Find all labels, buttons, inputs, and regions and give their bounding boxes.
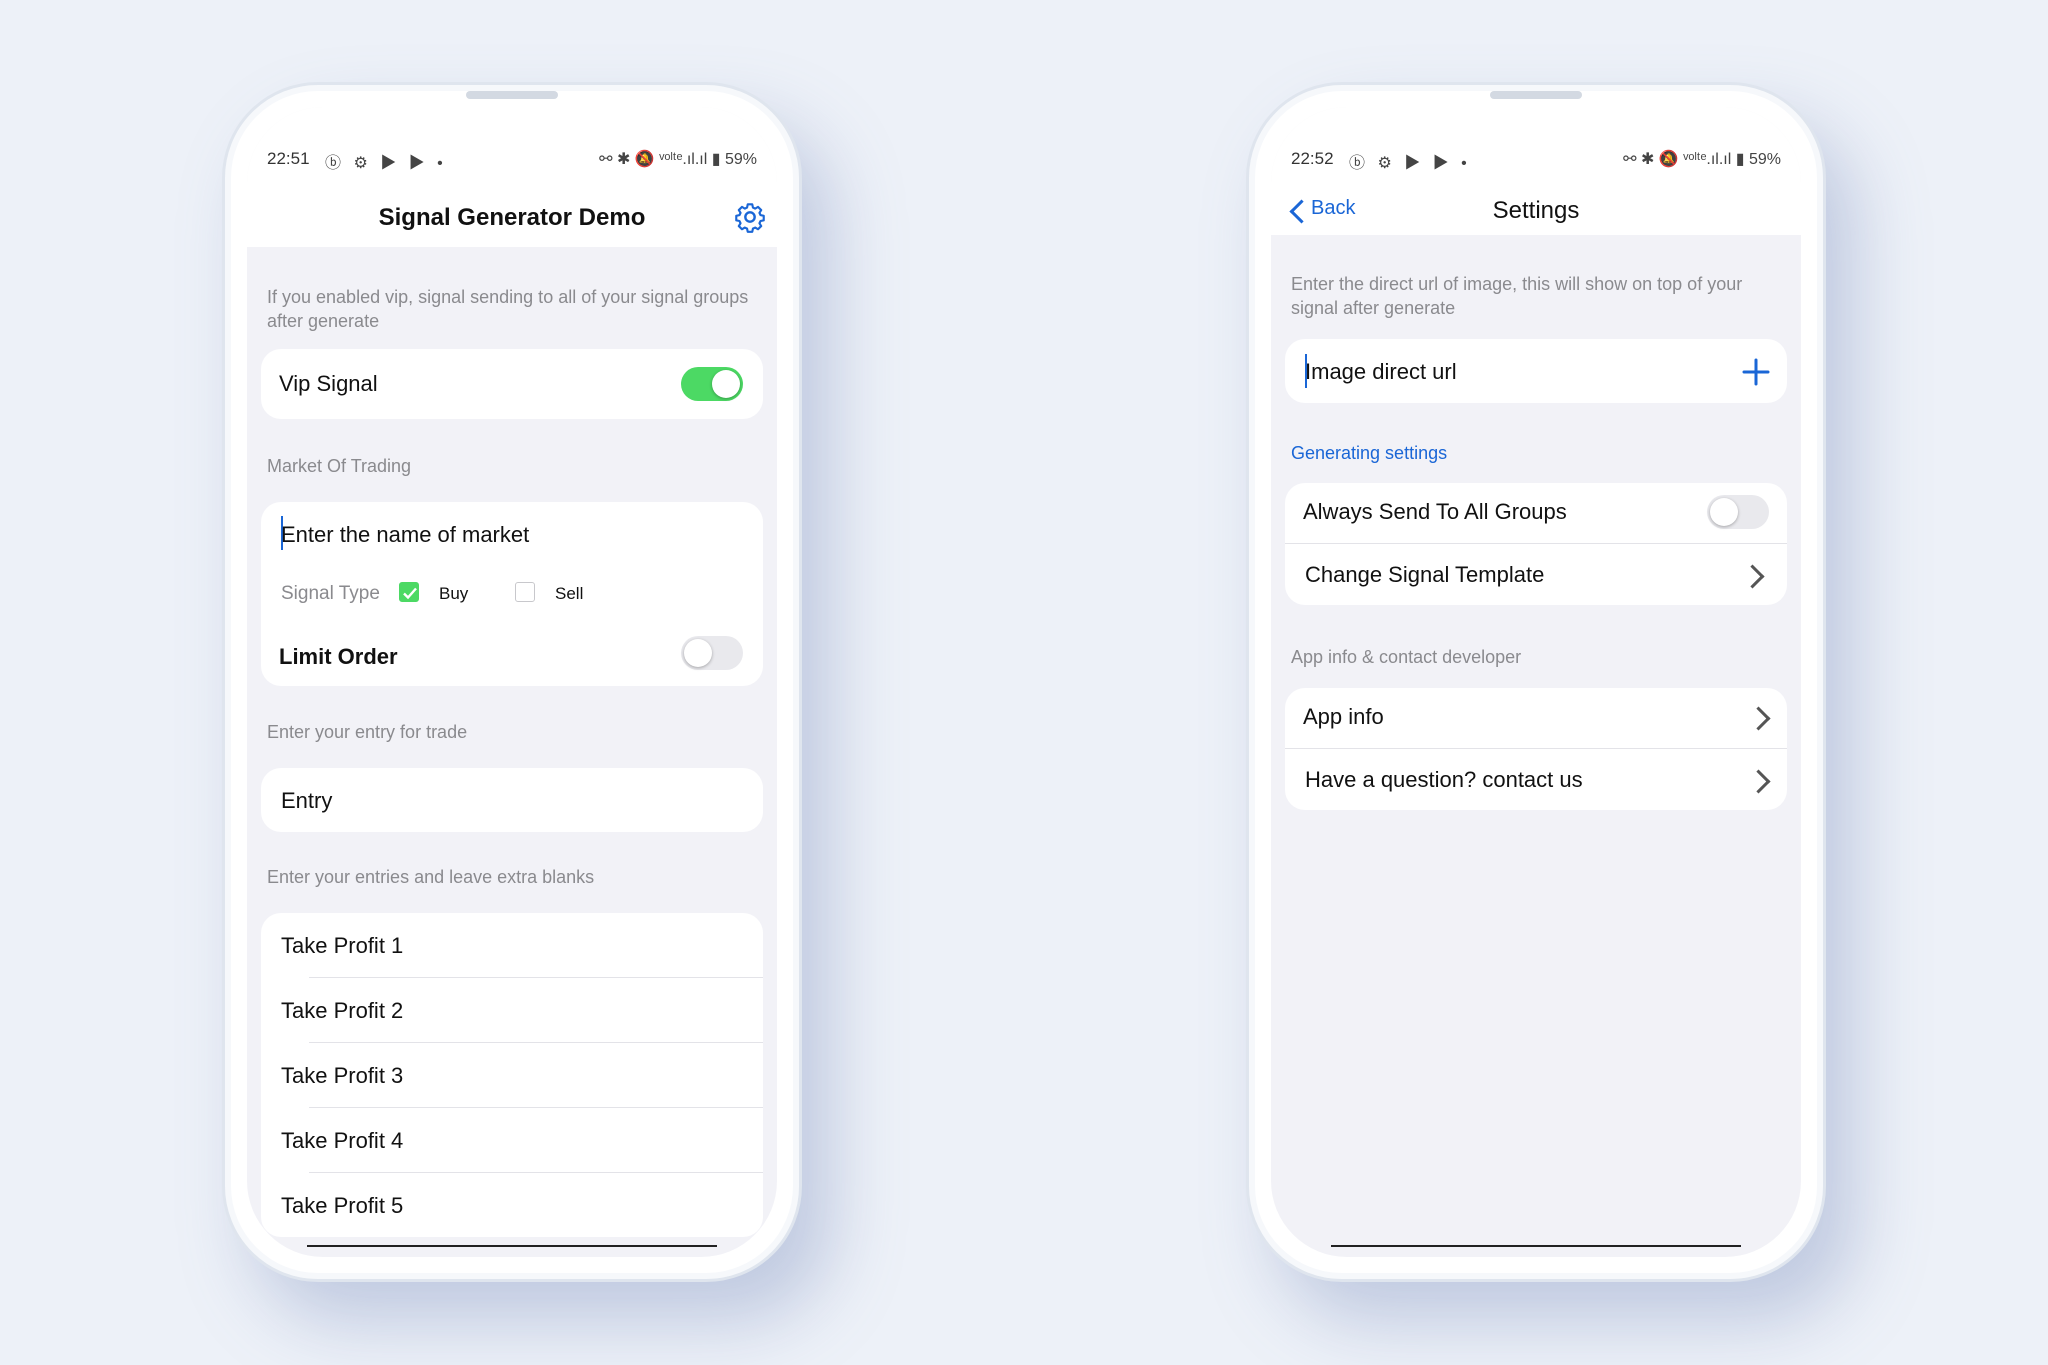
app-info-card: App info Have a question? contact us: [1285, 688, 1787, 810]
vip-signal-toggle[interactable]: [681, 367, 743, 401]
status-time: 22:51: [267, 149, 310, 168]
signal-type-label: Signal Type: [281, 583, 380, 604]
entry-input[interactable]: Entry: [281, 788, 332, 814]
status-bar: 22:52 ⓑ ⚙ ▶ ▶ • ⚯ ✱ 🔕 ᵛᵒˡᵗᵉ.ıl.ıl ▮ 59%: [1271, 147, 1801, 173]
market-name-input[interactable]: Enter the name of market: [281, 522, 529, 548]
generating-settings-label: Generating settings: [1291, 443, 1448, 463]
take-profit-row[interactable]: Take Profit 5: [261, 1173, 763, 1237]
take-profit-1-input[interactable]: Take Profit 1: [281, 933, 403, 959]
left-screen: 22:51 ⓑ ⚙ ▶ ▶ • ⚯ ✱ 🔕 ᵛᵒˡᵗᵉ.ıl.ıl ▮ 59% …: [247, 107, 777, 1257]
take-profit-hint-text: Enter your entries and leave extra blank…: [267, 867, 595, 887]
right-screen: 22:52 ⓑ ⚙ ▶ ▶ • ⚯ ✱ 🔕 ᵛᵒˡᵗᵉ.ıl.ıl ▮ 59% …: [1271, 107, 1801, 1257]
vip-signal-label: Vip Signal: [279, 371, 378, 396]
buy-checkbox[interactable]: [399, 582, 419, 602]
take-profit-row[interactable]: Take Profit 2: [261, 978, 763, 1042]
take-profit-row[interactable]: Take Profit 1: [261, 913, 763, 977]
image-url-input[interactable]: Image direct url: [1305, 359, 1457, 385]
take-profit-2-input[interactable]: Take Profit 2: [281, 998, 403, 1024]
market-card: Enter the name of market Signal Type Buy…: [261, 502, 763, 686]
status-notification-icons: ⓑ ⚙ ▶ ▶ •: [1349, 155, 1471, 172]
vip-hint-text: If you enabled vip, signal sending to al…: [267, 287, 749, 331]
page-title: Settings: [1492, 197, 1580, 224]
change-template-label: Change Signal Template: [1305, 562, 1545, 587]
take-profit-3-input[interactable]: Take Profit 3: [281, 1063, 403, 1089]
app-info-section-label: App info & contact developer: [1291, 647, 1522, 667]
take-profit-row[interactable]: Take Profit 4: [261, 1108, 763, 1172]
status-time: 22:52: [1291, 149, 1334, 168]
buy-label: Buy: [439, 584, 469, 603]
take-profit-row[interactable]: Take Profit 3: [261, 1043, 763, 1107]
status-system-icons: ⚯ ✱ 🔕 ᵛᵒˡᵗᵉ.ıl.ıl ▮ 59%: [599, 151, 757, 168]
contact-label: Have a question? contact us: [1305, 767, 1583, 792]
speaker-grille: [1490, 91, 1582, 99]
plus-icon[interactable]: [1741, 357, 1771, 387]
limit-order-toggle[interactable]: [681, 636, 743, 670]
right-phone-frame: 22:52 ⓑ ⚙ ▶ ▶ • ⚯ ✱ 🔕 ᵛᵒˡᵗᵉ.ıl.ıl ▮ 59% …: [1246, 82, 1826, 1282]
chevron-right-icon: [1746, 706, 1771, 731]
status-bar: 22:51 ⓑ ⚙ ▶ ▶ • ⚯ ✱ 🔕 ᵛᵒˡᵗᵉ.ıl.ıl ▮ 59%: [247, 147, 777, 173]
app-info-row[interactable]: App info: [1285, 688, 1787, 748]
always-send-label: Always Send To All Groups: [1303, 499, 1567, 524]
generating-settings-card: Always Send To All Groups Change Signal …: [1285, 483, 1787, 605]
home-indicator: [1331, 1245, 1741, 1247]
speaker-grille: [466, 91, 558, 99]
entry-card: Entry: [261, 768, 763, 832]
status-notification-icons: ⓑ ⚙ ▶ ▶ •: [325, 155, 447, 172]
contact-row[interactable]: Have a question? contact us: [1285, 749, 1787, 810]
home-indicator: [307, 1245, 717, 1247]
change-template-row[interactable]: Change Signal Template: [1285, 544, 1787, 605]
take-profit-4-input[interactable]: Take Profit 4: [281, 1128, 403, 1154]
take-profit-card: Take Profit 1 Take Profit 2 Take Profit …: [261, 913, 763, 1237]
status-system-icons: ⚯ ✱ 🔕 ᵛᵒˡᵗᵉ.ıl.ıl ▮ 59%: [1623, 151, 1781, 168]
settings-gear-icon[interactable]: [734, 201, 766, 233]
image-url-card: Image direct url: [1285, 339, 1787, 403]
chevron-right-icon: [1746, 769, 1771, 794]
always-send-row: Always Send To All Groups: [1285, 483, 1787, 543]
market-section-label: Market Of Trading: [267, 456, 412, 476]
check-icon: [403, 587, 417, 600]
sell-checkbox[interactable]: [515, 582, 535, 602]
chevron-right-icon: [1740, 564, 1765, 589]
limit-order-label: Limit Order: [279, 644, 398, 669]
vip-card: Vip Signal: [261, 349, 763, 419]
entry-hint-text: Enter your entry for trade: [267, 722, 468, 742]
always-send-toggle[interactable]: [1707, 495, 1769, 529]
page-title: Signal Generator Demo: [378, 204, 646, 231]
left-phone-frame: 22:51 ⓑ ⚙ ▶ ▶ • ⚯ ✱ 🔕 ᵛᵒˡᵗᵉ.ıl.ıl ▮ 59% …: [222, 82, 802, 1282]
app-info-label: App info: [1303, 704, 1384, 729]
take-profit-5-input[interactable]: Take Profit 5: [281, 1193, 403, 1219]
image-url-hint-text: Enter the direct url of image, this will…: [1291, 274, 1743, 318]
sell-label: Sell: [555, 584, 584, 603]
